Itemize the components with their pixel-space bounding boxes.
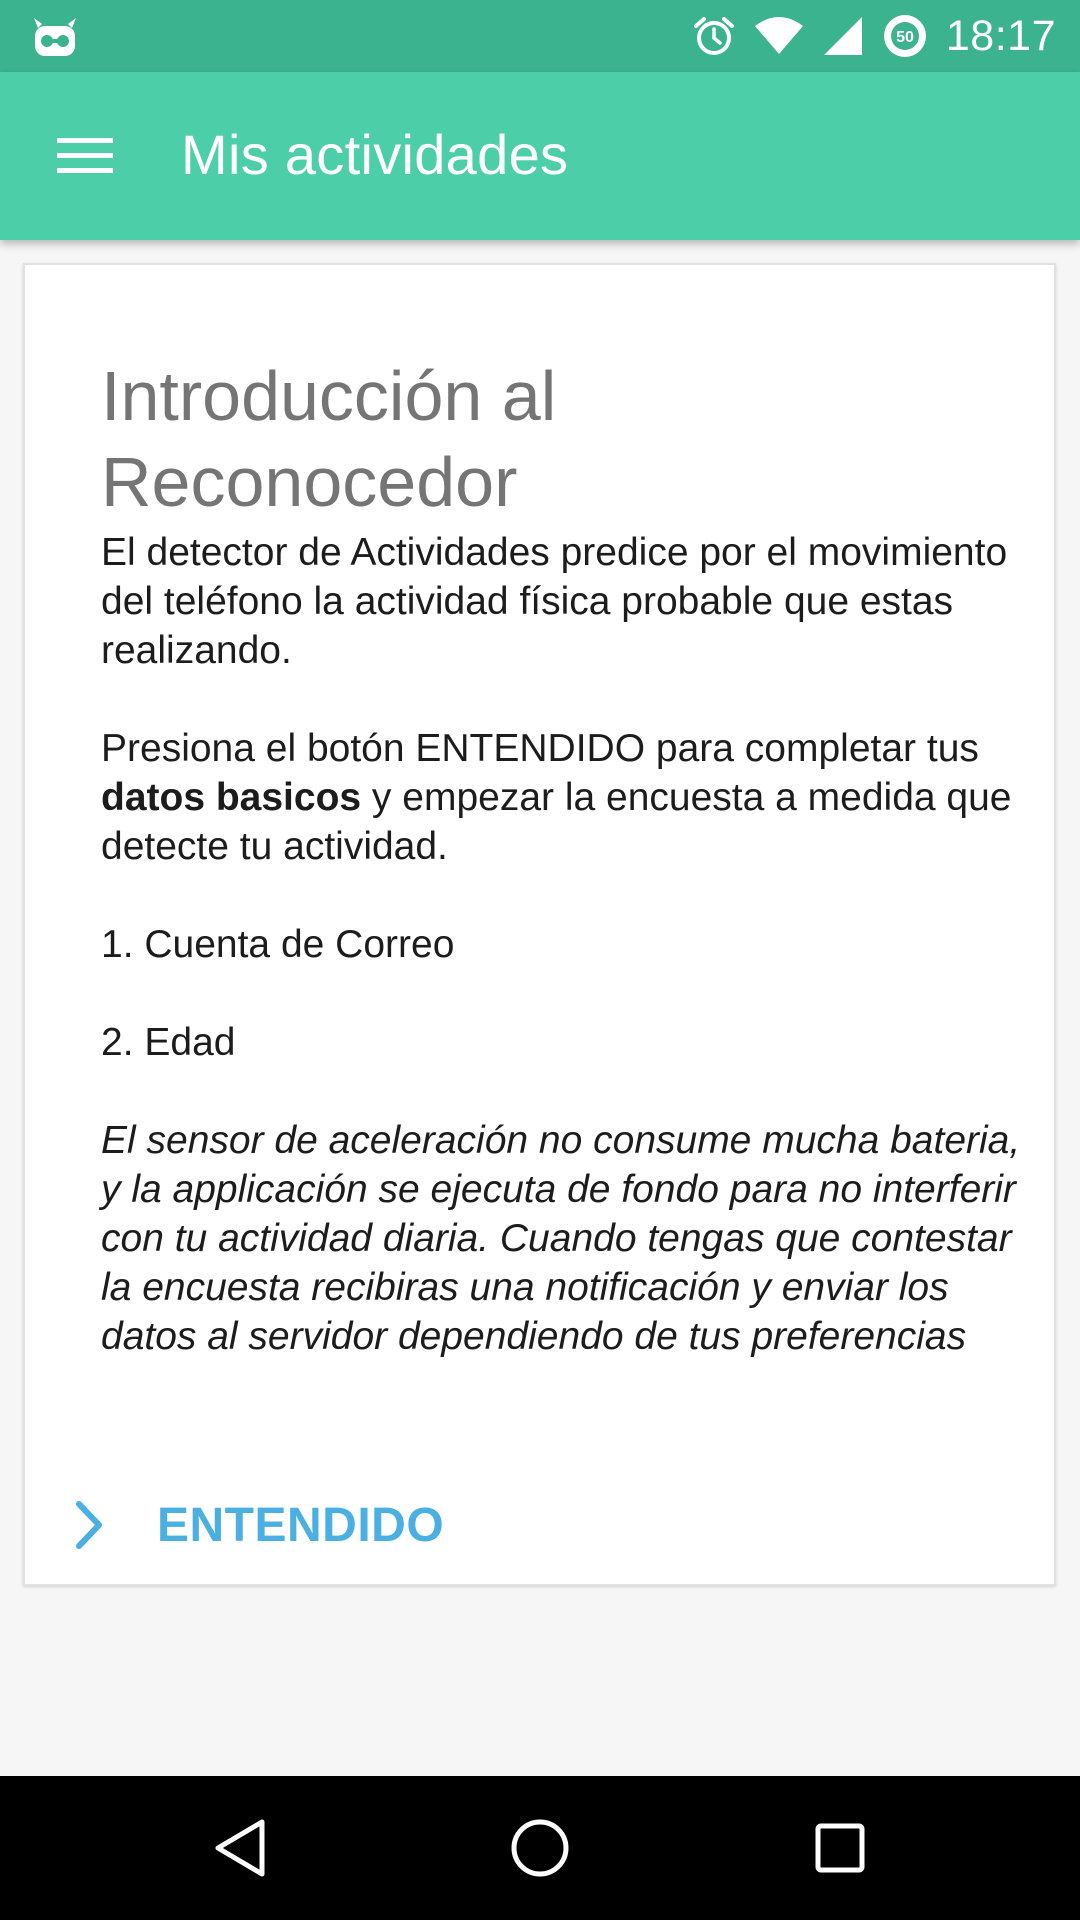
back-icon[interactable] [200, 1808, 280, 1888]
chevron-right-icon [65, 1495, 113, 1555]
page-title: Mis actividades [181, 123, 569, 186]
intro-card: Introducción al Reconocedor El detector … [23, 263, 1056, 1586]
data-saver-icon: 50 [882, 13, 928, 59]
cyanogen-robot-icon [32, 14, 78, 58]
data-saver-badge: 50 [896, 29, 914, 46]
status-icons: 50 18:17 [674, 0, 1056, 72]
card-body: El detector de Actividades predice por e… [101, 528, 1021, 1410]
instruction-text-bold: datos basicos [101, 776, 362, 819]
status-time: 18:17 [945, 11, 1056, 60]
list-item: 2. Edad [101, 1021, 236, 1064]
card-title-line1: Introducción al [101, 357, 557, 435]
recents-icon[interactable] [800, 1808, 880, 1888]
entendido-label: ENTENDIDO [157, 1498, 445, 1552]
alarm-icon [692, 14, 736, 58]
instruction-paragraph: Presiona el botón ENTENDIDO para complet… [101, 724, 1021, 871]
instruction-text-before: Presiona el botón ENTENDIDO para complet… [101, 727, 979, 770]
app-bar: Mis actividades [0, 72, 1080, 240]
card-title-line2: Reconocedor [101, 443, 518, 521]
navigation-bar [0, 1776, 1080, 1920]
hamburger-menu-icon[interactable] [40, 116, 130, 196]
status-bar: 50 18:17 [0, 0, 1080, 72]
entendido-button[interactable]: ENTENDIDO [65, 1477, 485, 1573]
card-title: Introducción al Reconocedor [101, 353, 1001, 525]
cell-signal-icon [822, 15, 864, 57]
wifi-icon [754, 16, 804, 56]
battery-note: El sensor de aceleración no consume much… [101, 1119, 1021, 1358]
intro-paragraph: El detector de Actividades predice por e… [101, 531, 1008, 672]
home-icon[interactable] [500, 1808, 580, 1888]
list-item: 1. Cuenta de Correo [101, 923, 455, 966]
